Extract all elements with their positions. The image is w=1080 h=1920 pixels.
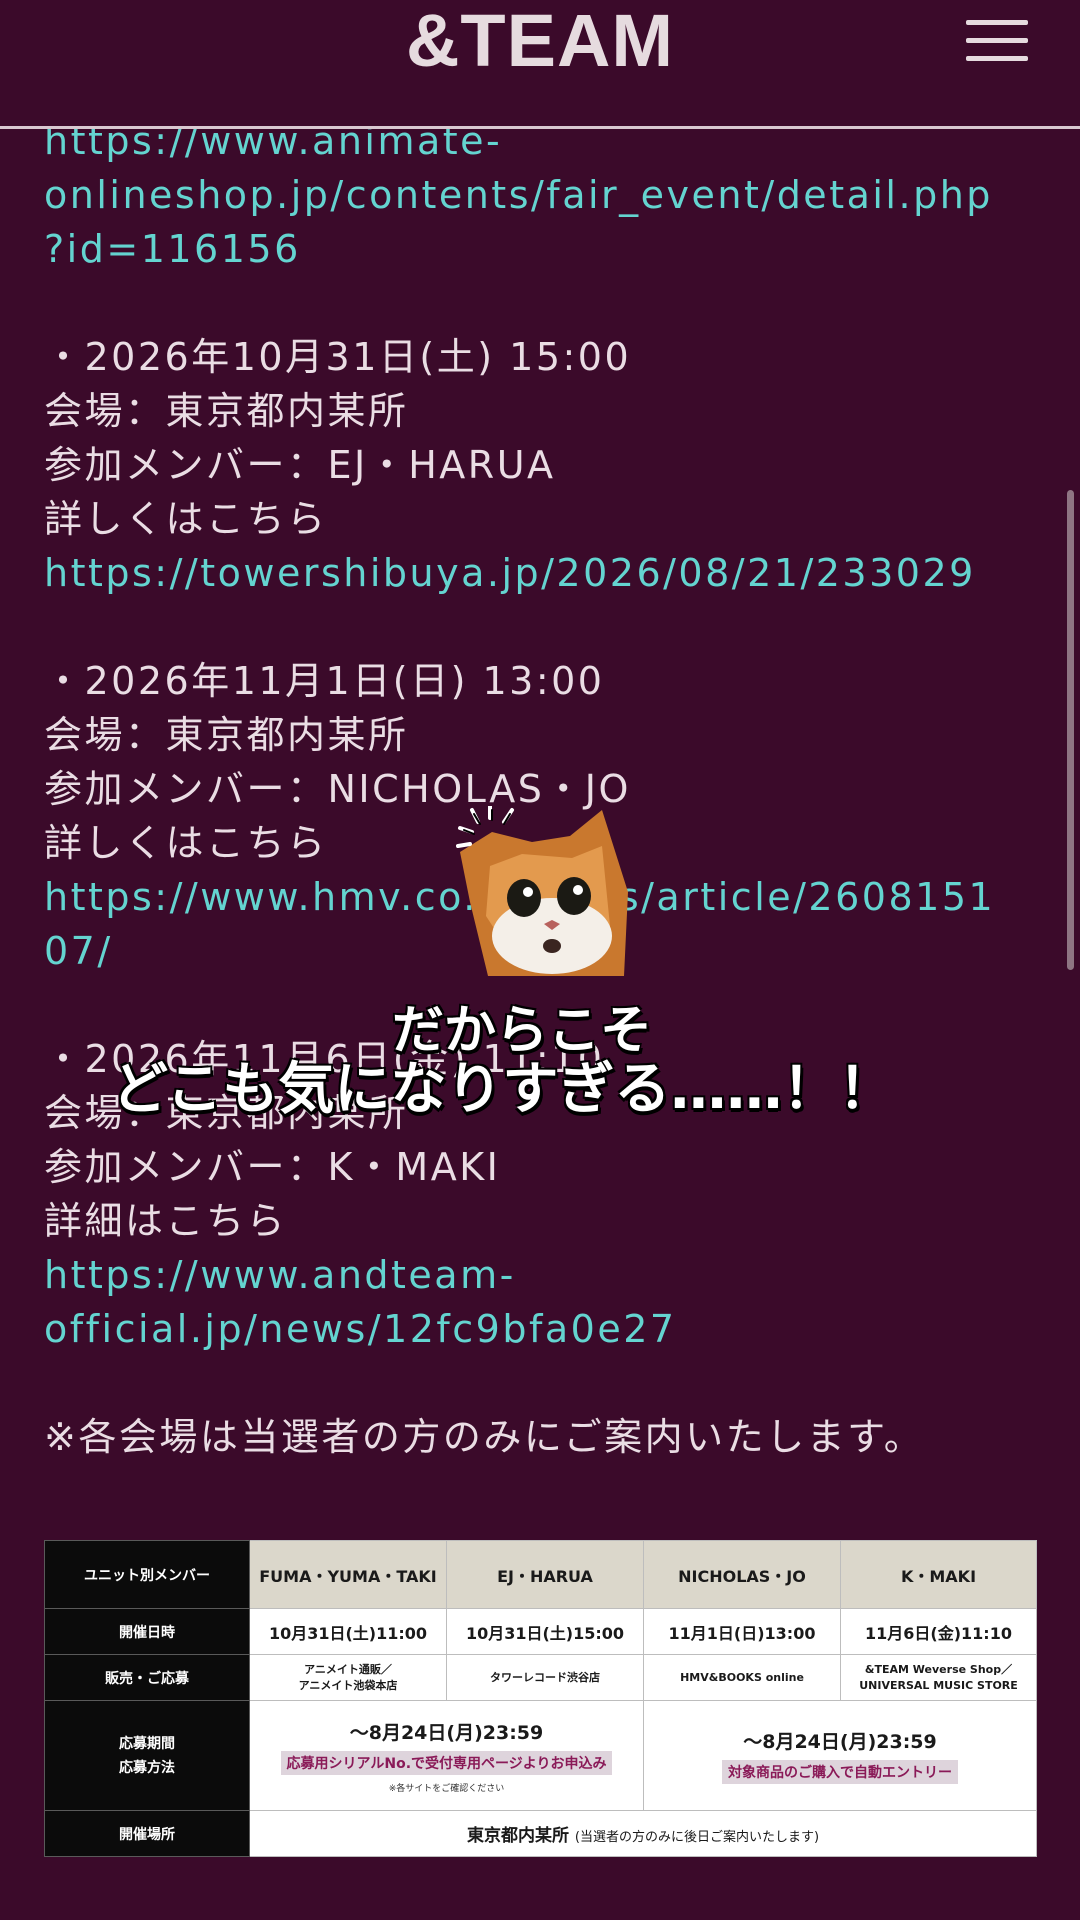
row-header-date: 開催日時 <box>44 1608 250 1655</box>
row-header-members: ユニット別メンバー <box>44 1540 250 1609</box>
header-divider <box>0 126 1080 129</box>
member-cell: NICHOLAS・JO <box>643 1540 841 1609</box>
shop-cell: &TEAM Weverse Shop／ UNIVERSAL MUSIC STOR… <box>840 1654 1037 1701</box>
event-venue: 会場：東京都内某所 <box>44 713 409 757</box>
announcement-body: https://www.animate- onlineshop.jp/conte… <box>44 114 1044 1464</box>
note-text: ※各サイトをご確認ください <box>388 1783 505 1794</box>
event-schedule-table: ユニット別メンバー FUMA・YUMA・TAKI EJ・HARUA NICHOL… <box>44 1540 1037 1857</box>
member-cell: EJ・HARUA <box>446 1540 644 1609</box>
video-caption-line2: どこも気になりすぎる……！！ <box>112 1057 895 1122</box>
period-text: ～8月24日(月)23:59 <box>349 1721 544 1744</box>
scrollbar-thumb[interactable] <box>1067 490 1074 970</box>
event-date: ・2026年10月31日(土) 15:00 <box>44 335 632 379</box>
method-text: 応募用シリアルNo.で受付専用ページよりお申込み <box>280 1750 613 1775</box>
notice-text: ※各会場は当選者の方のみにご案内いたします。 <box>44 1415 925 1459</box>
andteam-official-link[interactable]: https://www.andteam- <box>44 1248 1044 1302</box>
date-cell: 10月31日(土)11:00 <box>249 1608 447 1655</box>
member-cell: K・MAKI <box>840 1540 1037 1609</box>
event-details-label: 詳細はこちら <box>44 1199 288 1243</box>
event-members: 参加メンバー：K・MAKI <box>44 1145 501 1189</box>
tower-records-link[interactable]: https://towershibuya.jp/2026/08/21/23302… <box>44 546 1044 600</box>
animate-link[interactable]: onlineshop.jp/contents/fair_event/detail… <box>44 168 1044 222</box>
event-venue: 会場：東京都内某所 <box>44 389 409 433</box>
event-date: ・2026年11月1日(日) 13:00 <box>44 659 605 703</box>
hamburger-menu-icon[interactable] <box>966 20 1028 62</box>
row-header-venue: 開催場所 <box>44 1810 250 1857</box>
team-logo[interactable]: &TEAM <box>0 2 1080 80</box>
date-cell: 11月1日(日)13:00 <box>643 1608 841 1655</box>
date-cell: 11月6日(金)11:10 <box>840 1608 1037 1655</box>
shop-cell: HMV&BOOKS online <box>643 1654 841 1701</box>
venue-cell: 東京都内某所 (当選者の方のみに後日ご案内いたします) <box>249 1810 1037 1857</box>
venue-note: (当選者の方のみに後日ご案内いたします) <box>574 1830 820 1845</box>
event-members: 参加メンバー：EJ・HARUA <box>44 443 556 487</box>
date-cell: 10月31日(土)15:00 <box>446 1608 644 1655</box>
event-details-label: 詳しくはこちら <box>44 497 328 541</box>
period-cell-left: ～8月24日(月)23:59 応募用シリアルNo.で受付専用ページよりお申込み … <box>249 1700 644 1811</box>
animate-link[interactable]: ?id=116156 <box>44 222 1044 276</box>
shop-cell: タワーレコード渋谷店 <box>446 1654 644 1701</box>
surprised-cat-sticker <box>456 806 628 976</box>
row-header-sales: 販売・ご応募 <box>44 1654 250 1701</box>
row-header-period: 応募期間 応募方法 <box>44 1700 250 1811</box>
period-cell-right: ～8月24日(月)23:59 対象商品のご購入で自動エントリー <box>643 1700 1037 1811</box>
venue-text: 東京都内某所 <box>466 1826 569 1846</box>
shop-cell: アニメイト通販／ アニメイト池袋本店 <box>249 1654 447 1701</box>
andteam-official-link[interactable]: official.jp/news/12fc9bfa0e27 <box>44 1302 1044 1356</box>
period-text: ～8月24日(月)23:59 <box>743 1731 937 1753</box>
method-text: 対象商品のご購入で自動エントリー <box>722 1760 958 1784</box>
member-cell: FUMA・YUMA・TAKI <box>249 1540 447 1609</box>
site-header: &TEAM <box>0 0 1080 129</box>
